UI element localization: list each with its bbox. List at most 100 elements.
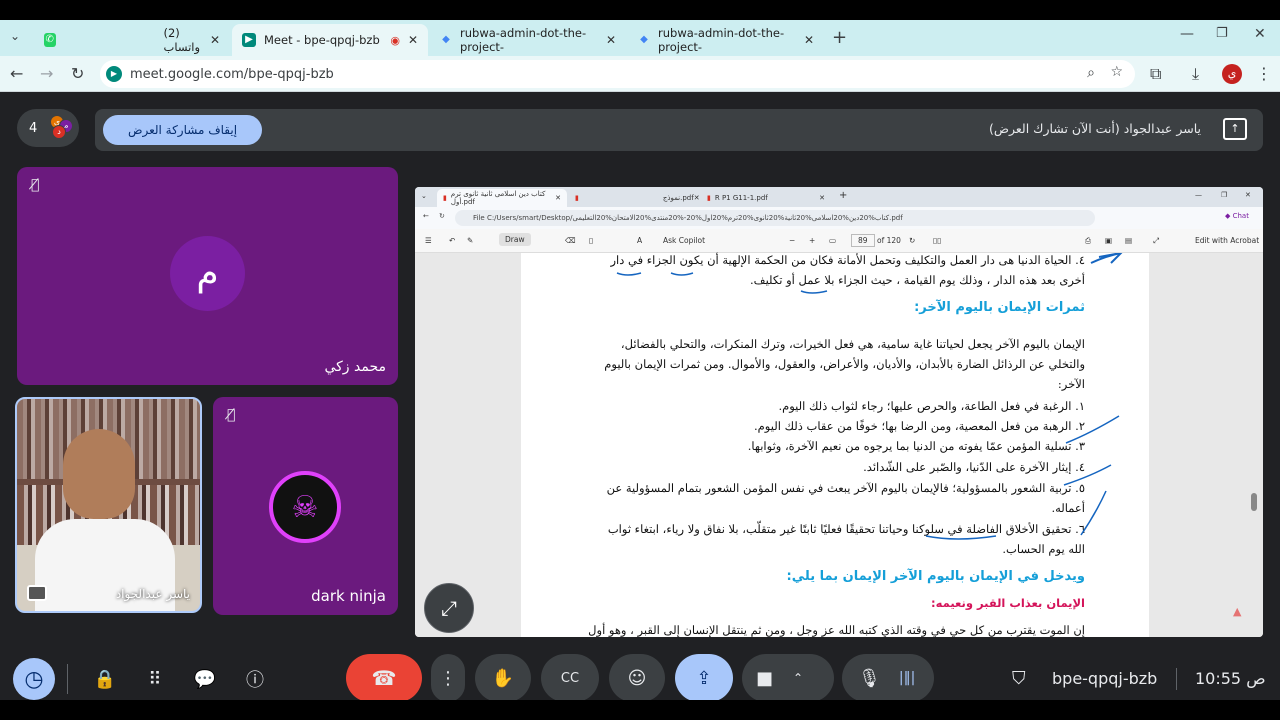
back-icon[interactable]: ← (10, 64, 23, 83)
profile-avatar[interactable]: ي (1222, 64, 1242, 84)
tab-project-1[interactable]: ◆ rubwa-admin-dot-the-project- ✕ (430, 24, 626, 56)
picture-in-picture-icon[interactable] (27, 585, 47, 601)
participant-tile-dark-ninja[interactable]: 🎙̸ ☠ dark ninja (213, 397, 398, 615)
expand-icon[interactable]: ⤢ (424, 583, 474, 633)
pdf-toolbar: ☰ ↶ ✎ Draw ⌫ ▯ A Ask Copilot − + ▭ 89 of… (415, 229, 1263, 253)
avatar: م (170, 236, 245, 311)
more-options-icon[interactable]: ⋮ (431, 654, 465, 700)
tab-meet[interactable]: ▶ Meet - bpe-qpqj-bzb ◉ ✕ (232, 24, 428, 56)
participant-name: ياسر عبدالجواد (115, 587, 190, 601)
end-call-button[interactable]: ☎ (346, 654, 422, 700)
page-view-icon: ▯ (589, 236, 594, 245)
person-head (63, 429, 135, 519)
rotate-icon: ↻ (909, 236, 916, 245)
info-icon[interactable]: ⓘ (238, 662, 272, 696)
forward-icon[interactable]: → (40, 64, 53, 83)
window-close-icon[interactable]: ✕ (1254, 26, 1266, 42)
project-icon: ◆ (442, 34, 450, 45)
browser-tab-bar: ⌄ ✆ (2) واتساب ✕ ▶ Meet - bpe-qpqj-bzb ◉… (0, 20, 1280, 56)
ask-copilot: Ask Copilot (663, 236, 706, 245)
mic-off-icon: 🎙̸ (31, 177, 40, 193)
maximize-icon: ❐ (1221, 191, 1228, 199)
raise-hand-icon[interactable]: ✋ (475, 654, 531, 700)
participant-tile-mohamed[interactable]: 🎙̸ م محمد زكي (17, 167, 398, 385)
chat-icon[interactable]: 💬 (188, 662, 222, 696)
address-bar[interactable]: ▶ meet.google.com/bpe-qpqj-bzb ⌕ ☆ (100, 60, 1135, 88)
menu-icon[interactable]: ⋮ (1256, 64, 1272, 83)
reload-icon[interactable]: ↻ (71, 64, 84, 83)
tab-search-icon[interactable]: ⌄ (10, 29, 20, 43)
tab-project-2[interactable]: ◆ rubwa-admin-dot-the-project- ✕ (628, 24, 824, 56)
participant-count: 4 (29, 120, 38, 136)
maximize-icon[interactable]: ❐ (1216, 26, 1228, 41)
participant-avatars: ي م د (50, 115, 74, 139)
camera-icon[interactable]: ■ (756, 668, 773, 689)
pdf-page: ٤. الحياة الدنيا هى دار العمل والتكليف و… (521, 253, 1149, 637)
close-icon[interactable]: ✕ (804, 33, 814, 47)
present-screen-button[interactable]: ⇪ (675, 654, 733, 700)
save-icon: ▣ (1105, 236, 1113, 245)
list-icon: ☰ (425, 236, 432, 245)
close-icon[interactable]: ✕ (210, 33, 220, 47)
shared-browser-tabs: ⌄ ▮ كتاب دين اسلامى ثانية ثانوى ترم أول.p… (415, 187, 1263, 207)
camera-options-icon[interactable]: ⌃ (793, 671, 803, 685)
minimize-icon[interactable]: — (1180, 26, 1194, 42)
undo-icon: ↶ (449, 236, 456, 245)
copilot-chat-icon: ◆ Chat (1225, 212, 1249, 220)
page-total: of 120 (877, 236, 901, 245)
extensions-icon[interactable]: ⧉ (1150, 64, 1161, 84)
screen: ⌄ ✆ (2) واتساب ✕ ▶ Meet - bpe-qpqj-bzb ◉… (0, 20, 1280, 700)
stop-sharing-button[interactable]: إيقاف مشاركة العرض (103, 115, 262, 145)
host-controls-icon[interactable]: 🔒 (88, 662, 122, 696)
site-info-icon[interactable]: ▶ (106, 66, 122, 82)
meet-app: 4 ي م د إيقاف مشاركة العرض ياسر عبدالجوا… (0, 92, 1280, 700)
clock: ص 10:55 (1187, 669, 1266, 688)
participants-pill[interactable]: 4 ي م د (17, 109, 79, 147)
camera-button[interactable]: ■ ⌃ (742, 654, 834, 700)
tab-title: rubwa-admin-dot-the-project- (460, 26, 587, 54)
shared-url: File C:/Users/smart/Desktop/كتاب%20دين%2… (455, 210, 1095, 226)
audio-level-icon: |‖| (898, 670, 916, 686)
divider (67, 664, 68, 694)
print-icon: ⎙ (1085, 236, 1091, 245)
presentation-banner: إيقاف مشاركة العرض ياسر عبدالجواد (أنت ا… (95, 109, 1263, 151)
reactions-icon[interactable]: ☺ (609, 654, 665, 700)
microphone-button[interactable]: 🎙 |‖| (842, 654, 934, 700)
presenting-text: ياسر عبدالجواد (أنت الآن تشارك العرض) (988, 121, 1201, 136)
zoom-out-icon: − (789, 236, 796, 245)
read-aloud-icon: A (637, 236, 643, 245)
project-icon: ◆ (640, 34, 648, 45)
page-number: 89 (851, 234, 875, 247)
close-icon: ✕ (1245, 191, 1251, 199)
timer-icon[interactable]: ◷ (13, 658, 55, 700)
meet-icon: ▶ (242, 33, 256, 47)
tab-title: rubwa-admin-dot-the-project- (658, 26, 785, 54)
participant-tile-self[interactable]: ياسر عبدالجواد (15, 397, 202, 613)
captions-icon[interactable]: CC (541, 654, 599, 700)
skull-avatar-icon: ☠ (269, 471, 341, 543)
tab-whatsapp[interactable]: ✆ (2) واتساب ✕ (34, 24, 230, 56)
scrollbar (1251, 493, 1257, 511)
zoom-in-icon: + (809, 236, 816, 245)
download-icon[interactable]: ⤓ (1192, 64, 1199, 84)
draw-tool: Draw (499, 233, 531, 246)
whatsapp-icon: ✆ (44, 33, 56, 47)
close-icon[interactable]: ✕ (606, 33, 616, 47)
recording-icon: ◉ (390, 33, 400, 47)
bookmark-star-icon[interactable]: ☆ (1110, 64, 1123, 80)
new-tab-icon[interactable]: + (832, 27, 847, 48)
microphone-icon[interactable]: 🎙 (858, 668, 881, 689)
reload-icon: ↻ (439, 212, 445, 220)
minimize-icon: — (1195, 191, 1202, 199)
zoom-icon[interactable]: ⌕ (1087, 65, 1095, 81)
edit-with-acrobat: Edit with Acrobat (1195, 236, 1260, 245)
activities-icon[interactable]: ⠿ (138, 662, 172, 696)
clock-time: 10:55 (1195, 669, 1242, 688)
fit-page-icon: ▭ (829, 236, 837, 245)
fullscreen-icon: ⤢ (1153, 236, 1159, 245)
close-icon[interactable]: ✕ (408, 33, 418, 47)
acrobat-icon: ▲ (1233, 605, 1242, 618)
tab-title: Meet - bpe-qpqj-bzb (264, 33, 380, 47)
meeting-info-icon[interactable]: ⛉ (1012, 668, 1026, 689)
tab-title: (2) واتساب (163, 26, 201, 54)
